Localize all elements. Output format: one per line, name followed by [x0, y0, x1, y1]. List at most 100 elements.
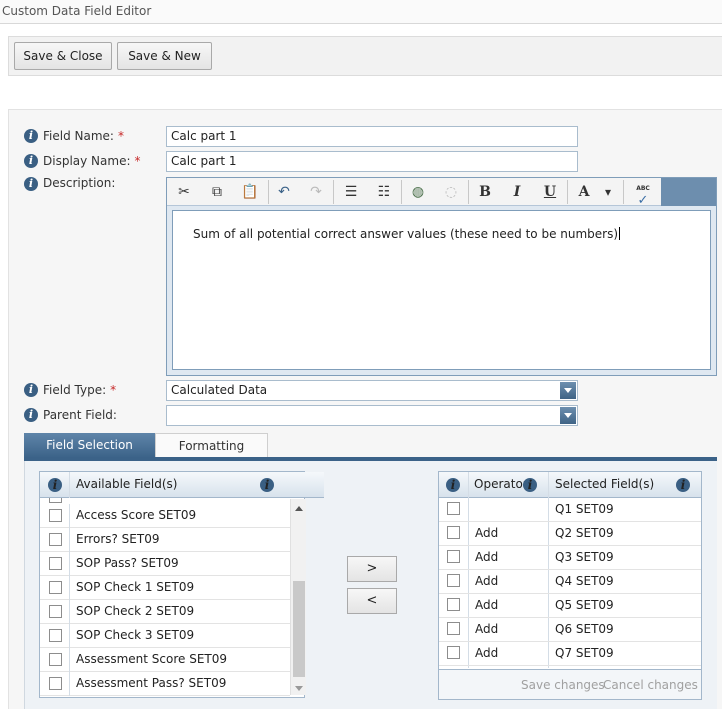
tab-formatting[interactable]: Formatting — [155, 433, 268, 458]
row-checkbox[interactable] — [49, 605, 62, 618]
display-name-info-icon[interactable]: i — [24, 154, 38, 168]
operator-cell[interactable]: Add — [475, 598, 498, 612]
insert-link-icon[interactable]: ◍ — [405, 180, 431, 204]
unordered-list-icon[interactable]: ☷ — [371, 180, 397, 204]
row-checkbox[interactable] — [49, 509, 62, 522]
operator-cell[interactable]: Add — [475, 526, 498, 540]
row-checkbox[interactable] — [447, 646, 460, 659]
undo-icon[interactable]: ↶ — [271, 180, 297, 204]
field-type-select[interactable]: Calculated Data — [166, 380, 578, 401]
available-field-label: SOP Check 1 SET09 — [76, 580, 195, 594]
row-checkbox[interactable] — [447, 526, 460, 539]
available-fields-info-icon[interactable]: i — [260, 478, 274, 492]
description-info-icon[interactable]: i — [24, 177, 38, 191]
description-text: Sum of all potential correct answer valu… — [193, 227, 619, 241]
scroll-thumb[interactable] — [293, 581, 305, 677]
main-toolbar: Save & Close Save & New — [8, 36, 722, 76]
row-checkbox[interactable] — [447, 622, 460, 635]
available-field-label: Assessment Score SET09 — [76, 652, 228, 666]
available-field-row[interactable]: Assessment Pass? SET09 — [40, 672, 290, 696]
paste-icon[interactable]: 📋 — [237, 180, 263, 204]
column-divider — [69, 672, 70, 696]
available-fields-scrollbar[interactable] — [290, 499, 306, 695]
row-checkbox[interactable] — [49, 557, 62, 570]
underline-button[interactable]: U — [537, 180, 563, 204]
scroll-up-icon[interactable] — [295, 506, 303, 511]
row-checkbox[interactable] — [49, 677, 62, 690]
operator-cell[interactable]: Add — [475, 646, 498, 660]
available-field-row[interactable]: SOP Check 3 SET09 — [40, 624, 290, 648]
parent-field-select[interactable] — [166, 405, 578, 426]
column-divider — [69, 528, 70, 552]
row-checkbox[interactable] — [447, 550, 460, 563]
field-type-info-icon[interactable]: i — [24, 383, 38, 397]
operator-cell[interactable]: Add — [475, 574, 498, 588]
spellcheck-icon[interactable]: ABC ✓ — [629, 180, 657, 207]
field-selection-panel: i Available Field(s) i Access Score SET0… — [24, 461, 717, 709]
available-field-row[interactable]: Access Score SET09 — [40, 504, 290, 528]
partial-row-checkbox[interactable] — [49, 498, 62, 503]
field-name-info-icon[interactable]: i — [24, 129, 38, 143]
operator-info-icon[interactable]: i — [523, 478, 537, 492]
add-field-button[interactable]: > — [347, 556, 397, 582]
cancel-changes-button[interactable]: Cancel changes — [603, 678, 698, 692]
selected-field-row[interactable]: Q1 SET09 — [439, 498, 701, 522]
selected-field-row[interactable]: Add Q7 SET09 — [439, 642, 701, 666]
column-divider — [69, 600, 70, 624]
selected-field-row[interactable]: Add Q6 SET09 — [439, 618, 701, 642]
row-checkbox[interactable] — [447, 574, 460, 587]
available-field-label: SOP Pass? SET09 — [76, 556, 179, 570]
selected-field-row[interactable]: Add Q3 SET09 — [439, 546, 701, 570]
row-checkbox[interactable] — [49, 533, 62, 546]
toolbar-separator — [268, 180, 269, 204]
selected-field-cell: Q6 SET09 — [555, 622, 614, 636]
remove-link-icon[interactable]: ◌ — [438, 180, 464, 204]
chevron-down-icon[interactable] — [560, 407, 576, 424]
selected-field-row[interactable]: Add Q2 SET09 — [439, 522, 701, 546]
scroll-down-icon[interactable] — [295, 686, 303, 691]
save-close-button[interactable]: Save & Close — [14, 42, 112, 70]
field-name-input[interactable]: Calc part 1 — [166, 126, 578, 147]
field-type-value: Calculated Data — [171, 383, 268, 397]
copy-icon[interactable]: ⧉ — [204, 180, 230, 204]
parent-field-info-icon[interactable]: i — [24, 408, 38, 422]
available-field-label: SOP Check 2 SET09 — [76, 604, 195, 618]
selected-fields-column-header: Selected Field(s) — [555, 477, 655, 491]
italic-button[interactable]: I — [504, 180, 530, 204]
row-checkbox[interactable] — [447, 598, 460, 611]
row-checkbox[interactable] — [49, 581, 62, 594]
available-field-row[interactable]: SOP Pass? SET09 — [40, 552, 290, 576]
column-divider — [69, 624, 70, 648]
operator-column-header: Operator — [474, 477, 528, 491]
redo-icon[interactable]: ↷ — [303, 180, 329, 204]
selected-field-row[interactable]: Add Q5 SET09 — [439, 594, 701, 618]
selected-field-cell: Q1 SET09 — [555, 502, 614, 516]
row-checkbox[interactable] — [49, 653, 62, 666]
selected-field-row[interactable]: Add Q4 SET09 — [439, 570, 701, 594]
editor-content-area[interactable]: Sum of all potential correct answer valu… — [172, 210, 711, 370]
select-all-info-icon[interactable]: i — [48, 478, 62, 492]
operator-cell[interactable]: Add — [475, 550, 498, 564]
save-new-button[interactable]: Save & New — [117, 42, 212, 70]
available-fields-column-header: Available Field(s) — [76, 477, 178, 491]
available-field-row[interactable]: SOP Check 2 SET09 — [40, 600, 290, 624]
row-checkbox[interactable] — [447, 502, 460, 515]
tab-field-selection[interactable]: Field Selection — [24, 433, 155, 458]
operator-cell[interactable]: Add — [475, 622, 498, 636]
available-field-row[interactable]: Errors? SET09 — [40, 528, 290, 552]
available-field-row[interactable]: Assessment Score SET09 — [40, 648, 290, 672]
bold-button[interactable]: B — [472, 180, 498, 204]
cut-icon[interactable]: ✂ — [171, 180, 197, 204]
chevron-down-icon[interactable] — [560, 382, 576, 399]
selected-select-all-info-icon[interactable]: i — [446, 478, 460, 492]
remove-field-button[interactable]: < — [347, 588, 397, 614]
row-checkbox[interactable] — [49, 629, 62, 642]
display-name-input[interactable]: Calc part 1 — [166, 151, 578, 172]
ordered-list-icon[interactable]: ☰ — [338, 180, 364, 204]
font-color-dropdown-icon[interactable]: ▾ — [599, 180, 617, 204]
available-field-row[interactable]: SOP Check 1 SET09 — [40, 576, 290, 600]
selected-fields-info-icon[interactable]: i — [676, 478, 690, 492]
font-color-button[interactable]: A — [571, 180, 597, 204]
display-name-label: Display Name: * — [43, 154, 141, 168]
save-changes-button[interactable]: Save changes — [521, 678, 605, 692]
